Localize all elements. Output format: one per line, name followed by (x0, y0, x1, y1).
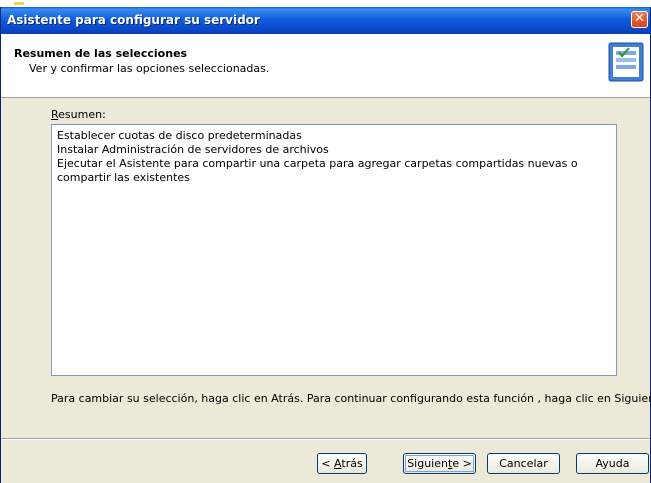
window-title: Asistente para configurar su servidor (7, 13, 260, 27)
summary-line: Establecer cuotas de disco predeterminad… (57, 129, 302, 142)
wizard-window: Asistente para configurar su servidor ✕ … (0, 7, 651, 483)
summary-line: Instalar Administración de servidores de… (57, 143, 329, 156)
next-button[interactable]: Siguiente > (403, 453, 476, 474)
back-rest: trás (341, 457, 363, 470)
summary-label-rest: esumen: (58, 108, 106, 121)
cancel-button[interactable]: Cancelar (487, 453, 560, 474)
server-wizard-icon (608, 42, 644, 82)
summary-textbox[interactable]: Establecer cuotas de disco predeterminad… (51, 124, 617, 376)
top-mark (14, 2, 24, 5)
back-prefix: < (321, 457, 335, 470)
help-button[interactable]: Ayuda (576, 453, 649, 474)
page-subtitle: Ver y confirmar las opciones seleccionad… (29, 62, 270, 75)
close-button[interactable]: ✕ (631, 11, 648, 28)
next-prefix: Siguien (407, 457, 448, 470)
title-bar[interactable]: Asistente para configurar su servidor ✕ (1, 7, 650, 34)
close-icon: ✕ (634, 11, 645, 26)
footer-divider (1, 438, 650, 440)
back-button[interactable]: < Atrás (317, 453, 367, 474)
top-strip (0, 0, 651, 7)
summary-line: Ejecutar el Asistente para compartir una… (57, 157, 578, 184)
wizard-header: Resumen de las selecciones Ver y confirm… (1, 34, 650, 98)
summary-label: Resumen: (51, 108, 106, 121)
instruction-text: Para cambiar su selección, haga clic en … (51, 392, 651, 405)
page-title: Resumen de las selecciones (14, 47, 188, 60)
next-rest: e > (452, 457, 472, 470)
